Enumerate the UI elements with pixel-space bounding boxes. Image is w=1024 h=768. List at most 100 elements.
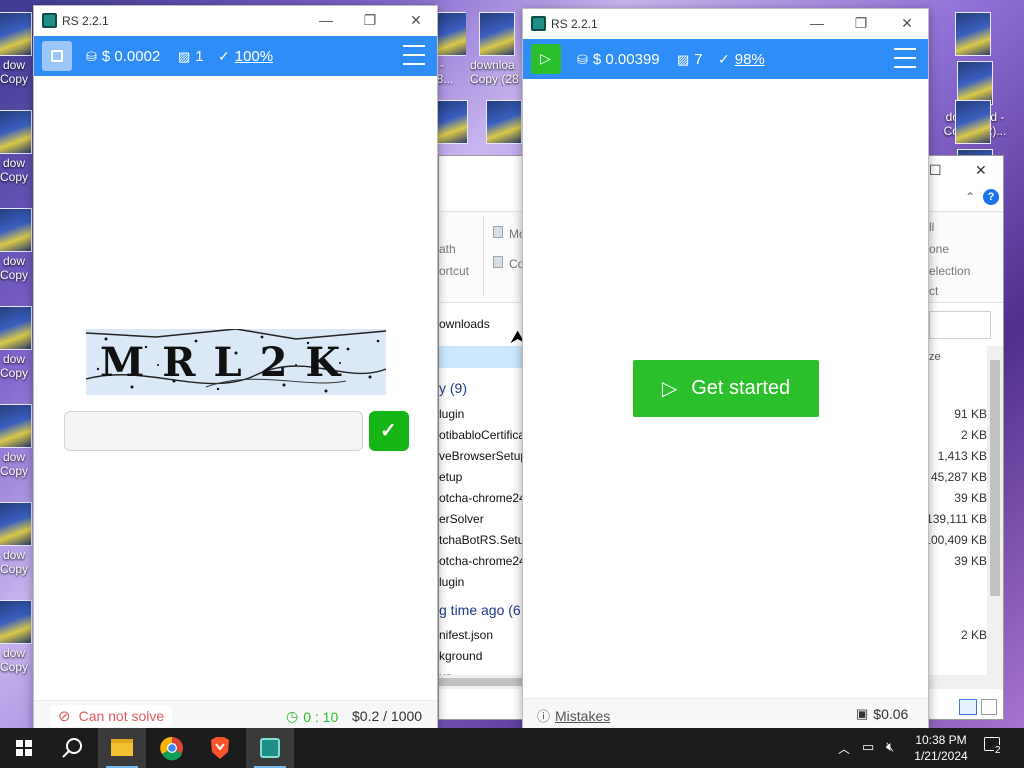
desktop-icon[interactable]: downloa Copy (28 xyxy=(470,12,524,86)
captcha-text: MRL2K xyxy=(100,339,359,386)
coins-icon: ⛁ xyxy=(577,51,588,67)
maximize-icon[interactable]: ❐ xyxy=(358,12,382,29)
move-to-icon xyxy=(493,226,503,238)
file-row-size: 39 KB xyxy=(954,554,987,568)
check-circle-icon: ✓ xyxy=(718,51,730,67)
accuracy-link[interactable]: ✓ 98% xyxy=(718,51,765,68)
search-box[interactable] xyxy=(929,311,991,339)
taskbar-file-explorer[interactable] xyxy=(98,728,146,768)
file-thumbnail-icon xyxy=(0,110,32,154)
ribbon-invert-selection[interactable]: election xyxy=(929,264,970,278)
minimize-icon[interactable]: — xyxy=(314,12,338,28)
file-thumbnail-icon xyxy=(955,100,991,144)
help-icon[interactable]: ? xyxy=(983,189,999,205)
clock-date: 1/21/2024 xyxy=(914,749,968,763)
accuracy-link[interactable]: ✓ 100% xyxy=(218,48,273,65)
taskbar-chrome[interactable] xyxy=(148,728,196,768)
network-icon[interactable]: ▭ xyxy=(862,739,874,755)
mistakes-label[interactable]: Mistakes xyxy=(555,708,610,724)
desktop-icon-label: downloa Copy (28 xyxy=(470,58,519,86)
app-icon xyxy=(42,13,57,28)
accuracy-value[interactable]: 100% xyxy=(235,48,273,65)
maximize-icon[interactable]: ☐ xyxy=(929,162,942,179)
get-started-button[interactable]: ▷ Get started xyxy=(633,360,819,417)
menu-icon[interactable] xyxy=(894,48,916,70)
file-thumbnail-icon xyxy=(0,208,32,252)
captcha-image: MRL2K xyxy=(86,329,386,395)
app-icon xyxy=(531,16,546,31)
menu-icon[interactable] xyxy=(403,45,425,67)
file-row-name[interactable]: veBrowserSetup- xyxy=(439,449,531,463)
vertical-scrollbar[interactable] xyxy=(987,346,1003,676)
file-row-size: 2 KB xyxy=(960,428,987,442)
desktop-icon[interactable] xyxy=(940,100,1010,193)
clock[interactable]: 10:38 PM 1/21/2024 xyxy=(912,732,970,764)
file-row-name[interactable]: tchaBotRS.Setup xyxy=(439,533,531,547)
image-icon: ▨ xyxy=(178,48,191,64)
file-row-name[interactable]: otcha-chrome24 xyxy=(439,491,526,505)
notifications-button[interactable]: 2 xyxy=(984,737,1004,757)
file-row-name[interactable]: otibabloCertificat xyxy=(439,428,528,442)
info-circle-icon: ⓘ xyxy=(537,709,551,724)
ribbon-select-all[interactable]: ll xyxy=(929,220,934,234)
file-row-name[interactable]: otcha-chrome24 xyxy=(439,554,526,568)
column-header-size[interactable]: ze xyxy=(929,351,941,363)
status-footer: ⊘ Can not solve ◷ 0 : 10 $0.2 / 1000 xyxy=(34,700,437,730)
wallet-icon: ▣ xyxy=(856,706,869,721)
file-row-name[interactable]: lugin xyxy=(439,575,464,589)
close-icon[interactable]: ✕ xyxy=(404,12,428,29)
cannot-solve-button[interactable]: ⊘ Can not solve xyxy=(50,705,173,727)
folder-icon xyxy=(111,739,133,756)
scrollbar-thumb[interactable] xyxy=(439,678,529,686)
speaker-muted-icon[interactable]: 🔇︎ xyxy=(886,739,894,755)
desktop-icon[interactable] xyxy=(430,100,524,150)
minimize-icon[interactable]: — xyxy=(805,15,829,31)
large-icons-view-icon[interactable] xyxy=(981,699,997,715)
file-row-name[interactable]: erSolver xyxy=(439,512,484,526)
tasks-count: ▨ 7 xyxy=(677,51,703,68)
submit-button[interactable]: ✓ xyxy=(369,411,409,451)
file-thumbnail-icon xyxy=(0,600,32,644)
search-button[interactable] xyxy=(48,728,96,768)
status-footer: ⓘ Mistakes ▣ $0.06 xyxy=(523,698,928,728)
close-icon[interactable]: ✕ xyxy=(895,15,919,32)
start-button[interactable] xyxy=(0,728,48,768)
play-icon: ▷ xyxy=(661,378,678,400)
file-group-header[interactable]: g time ago (6 xyxy=(439,602,521,618)
ribbon-paste-shortcut[interactable]: ortcut xyxy=(439,264,469,278)
image-icon: ▨ xyxy=(677,51,690,67)
file-thumbnail-icon xyxy=(434,12,466,56)
file-row-name[interactable]: etup xyxy=(439,470,462,484)
wallet-value: $0.06 xyxy=(873,706,909,722)
ribbon-select-none[interactable]: one xyxy=(929,242,949,256)
coins-icon: ⛁ xyxy=(86,48,97,64)
toolbar: ⛁ $ 0.0002 ▨ 1 ✓ 100% xyxy=(34,36,437,76)
check-circle-icon: ✓ xyxy=(218,48,230,64)
chevron-up-icon[interactable]: ︿ xyxy=(838,740,850,757)
accuracy-value[interactable]: 98% xyxy=(735,51,765,68)
taskbar-rs-app[interactable] xyxy=(246,728,294,768)
file-row-name[interactable]: kground xyxy=(439,649,482,663)
tasks-value: 7 xyxy=(694,51,703,68)
search-icon xyxy=(62,738,82,758)
scrollbar-thumb[interactable] xyxy=(990,360,1000,596)
notification-count: 2 xyxy=(994,745,1002,756)
file-row-name[interactable]: lugin xyxy=(439,407,464,421)
nav-selected-item[interactable] xyxy=(439,346,524,368)
file-row-name[interactable]: nifest.json xyxy=(439,628,493,642)
maximize-icon[interactable]: ❐ xyxy=(849,15,873,32)
file-group-header[interactable]: y (9) xyxy=(439,380,467,396)
details-view-icon[interactable] xyxy=(959,699,977,715)
start-button[interactable]: ▷ xyxy=(531,44,561,74)
taskbar-brave[interactable] xyxy=(196,728,244,768)
balance: ⛁ $ 0.00399 xyxy=(577,51,660,68)
chevron-up-icon[interactable]: ⌃ xyxy=(965,190,975,204)
play-icon: ▷ xyxy=(540,50,551,66)
mistakes-link[interactable]: ⓘ Mistakes xyxy=(537,706,610,725)
captcha-answer-input[interactable] xyxy=(64,411,363,451)
close-icon[interactable]: ✕ xyxy=(975,162,987,179)
stop-button[interactable] xyxy=(42,41,72,71)
cannot-solve-label: Can not solve xyxy=(78,708,165,724)
window-titlebar: RS 2.2.1 — ❐ ✕ xyxy=(523,9,928,39)
ribbon-copy-path[interactable]: ath xyxy=(439,242,456,256)
